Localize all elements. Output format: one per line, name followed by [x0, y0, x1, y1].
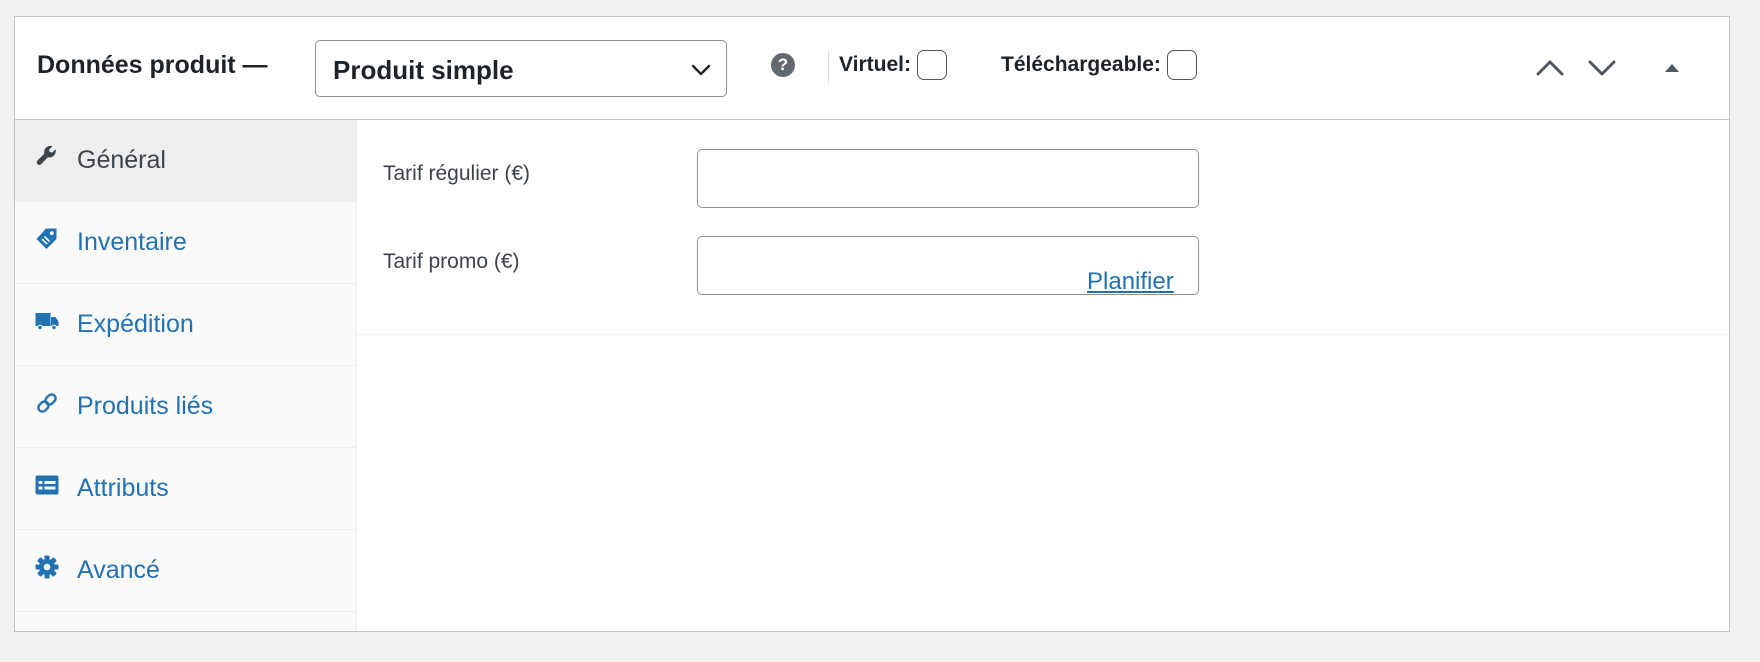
tab-shipping[interactable]: Expédition — [15, 284, 357, 366]
regular-price-input[interactable] — [697, 149, 1199, 208]
tab-inventory[interactable]: Inventaire — [15, 202, 357, 284]
tag-icon — [36, 228, 57, 249]
tab-linked-products[interactable]: Produits liés — [15, 366, 357, 448]
product-type-selected-value: Produit simple — [333, 55, 514, 85]
virtual-label: Virtuel: — [839, 53, 911, 76]
list-view-icon — [35, 475, 59, 495]
tab-linked-products-label: Produits liés — [77, 392, 214, 420]
move-up-icon[interactable] — [1532, 50, 1568, 86]
header-divider — [828, 51, 829, 83]
link-icon — [37, 393, 57, 413]
wrench-icon — [36, 145, 56, 165]
product-type-select[interactable]: Produit simple — [315, 40, 727, 97]
tab-attributes[interactable]: Attributs — [15, 448, 357, 530]
product-data-tabs: Général Inventaire Expédition Produits l… — [15, 120, 357, 631]
tab-general-label: Général — [77, 146, 166, 174]
regular-price-label: Tarif régulier (€) — [383, 162, 531, 185]
panel-title: Données produit — — [37, 51, 268, 79]
tab-inventory-label: Inventaire — [77, 228, 187, 256]
schedule-link[interactable]: Planifier — [1087, 268, 1174, 296]
panel-body: Général Inventaire Expédition Produits l… — [15, 120, 1729, 631]
general-pricing-fields: Tarif régulier (€) Tarif promo (€) — [357, 120, 1729, 335]
tab-attributes-label: Attributs — [77, 474, 169, 502]
move-down-icon[interactable] — [1584, 50, 1620, 86]
panel-header: Données produit — Produit simple ? Virtu… — [15, 17, 1729, 120]
chevron-down-icon — [691, 64, 711, 76]
truck-icon — [35, 313, 59, 331]
tab-advanced-label: Avancé — [77, 556, 160, 584]
product-data-panel: Données produit — Produit simple ? Virtu… — [14, 16, 1730, 632]
collapse-toggle-icon[interactable] — [1654, 50, 1690, 86]
downloadable-option[interactable]: Téléchargeable: — [1001, 50, 1197, 80]
tab-advanced[interactable]: Avancé — [15, 530, 357, 612]
virtual-option[interactable]: Virtuel: — [839, 50, 947, 80]
virtual-checkbox[interactable] — [916, 50, 947, 80]
downloadable-label: Téléchargeable: — [1001, 53, 1161, 76]
gear-icon — [35, 555, 59, 579]
sale-price-label: Tarif promo (€) — [383, 250, 520, 273]
help-icon[interactable]: ? — [771, 53, 795, 77]
downloadable-checkbox[interactable] — [1166, 50, 1197, 80]
tab-general[interactable]: Général — [15, 120, 357, 202]
tab-shipping-label: Expédition — [77, 310, 194, 338]
